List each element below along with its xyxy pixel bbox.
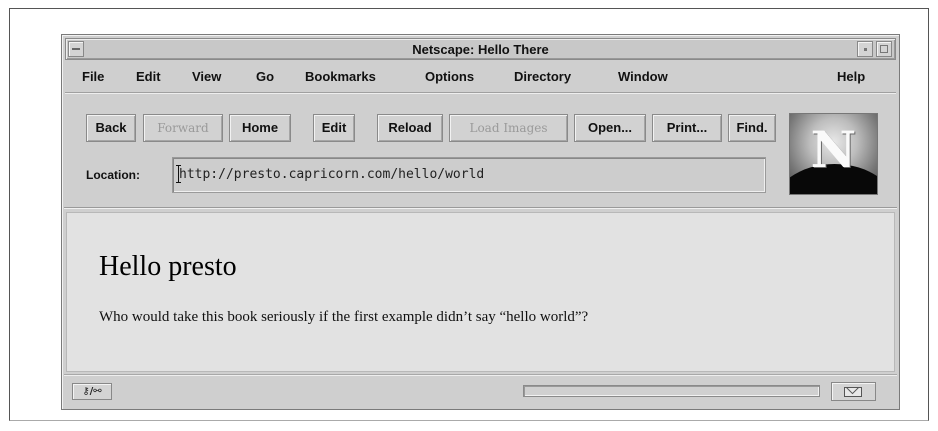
forward-button[interactable]: Forward [143, 114, 223, 142]
title-bar[interactable]: Netscape: Hello There [65, 38, 896, 60]
menu-go[interactable]: Go [256, 69, 274, 84]
location-input[interactable]: http://presto.capricorn.com/hello/world [172, 157, 766, 193]
find-button[interactable]: Find. [728, 114, 776, 142]
progress-bar [523, 385, 820, 397]
print-button[interactable]: Print... [652, 114, 722, 142]
menu-edit[interactable]: Edit [136, 69, 161, 84]
status-bar: ⚷/⚯ [64, 374, 897, 407]
menu-view[interactable]: View [192, 69, 221, 84]
page-content: Hello presto Who would take this book se… [66, 212, 895, 372]
open-button[interactable]: Open... [574, 114, 646, 142]
back-button[interactable]: Back [86, 114, 136, 142]
page-heading: Hello presto [99, 251, 237, 282]
load-images-button[interactable]: Load Images [449, 114, 568, 142]
maximize-icon[interactable] [876, 41, 892, 57]
window-title: Netscape: Hello There [412, 42, 549, 57]
location-url: http://presto.capricorn.com/hello/world [179, 167, 485, 182]
toolbar-divider [64, 207, 897, 208]
envelope-icon [844, 387, 862, 397]
menu-options[interactable]: Options [425, 69, 474, 84]
menu-directory[interactable]: Directory [514, 69, 571, 84]
home-button[interactable]: Home [229, 114, 291, 142]
menu-bookmarks[interactable]: Bookmarks [305, 69, 376, 84]
logo-letter: N [810, 120, 857, 179]
menu-help[interactable]: Help [837, 69, 865, 84]
location-label: Location: [86, 168, 140, 182]
mail-envelope-icon[interactable] [831, 382, 876, 401]
minimize-icon[interactable] [857, 41, 873, 57]
reload-button[interactable]: Reload [377, 114, 443, 142]
menu-bar: File Edit View Go Bookmarks Options Dire… [65, 62, 896, 93]
security-key-icon[interactable]: ⚷/⚯ [72, 383, 112, 400]
text-cursor-icon [176, 165, 181, 183]
page-paragraph: Who would take this book seriously if th… [99, 309, 589, 325]
menu-file[interactable]: File [82, 69, 104, 84]
netscape-logo-icon[interactable]: N [789, 113, 878, 195]
edit-button[interactable]: Edit [313, 114, 355, 142]
menu-window[interactable]: Window [618, 69, 668, 84]
